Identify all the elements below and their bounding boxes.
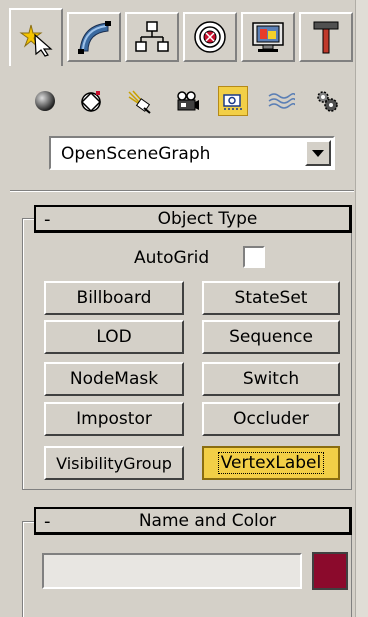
object-type-rollout-header[interactable]: - Object Type — [34, 205, 352, 233]
tab-modify[interactable] — [67, 12, 121, 62]
stateset-button[interactable]: StateSet — [202, 281, 340, 315]
lod-button[interactable]: LOD — [44, 320, 184, 354]
object-name-field[interactable] — [42, 553, 302, 589]
chevron-down-icon — [312, 149, 324, 157]
switch-button[interactable]: Switch — [202, 362, 340, 396]
dropdown-value: OpenSceneGraph — [61, 144, 211, 164]
object-color-swatch[interactable] — [312, 552, 348, 590]
space-warps-icon — [268, 92, 295, 109]
dropdown-arrow-button[interactable] — [305, 140, 331, 166]
create-cursor-icon — [19, 24, 53, 57]
collapse-icon: - — [44, 209, 51, 230]
modify-arc-icon — [78, 21, 111, 54]
tab-hierarchy[interactable] — [125, 12, 179, 62]
category-systems-button[interactable] — [312, 86, 342, 116]
visibilitygroup-button[interactable]: VisibilityGroup — [44, 446, 184, 480]
shapes-icon — [80, 91, 102, 113]
geometry-sphere-icon — [35, 91, 55, 111]
category-lights-button[interactable] — [124, 86, 154, 116]
systems-icon — [317, 91, 338, 112]
helpers-icon — [223, 94, 242, 110]
tab-create[interactable] — [9, 8, 63, 66]
command-panel-tabs — [9, 8, 357, 66]
billboard-button[interactable]: Billboard — [44, 281, 184, 315]
category-spacewarps-button[interactable] — [266, 86, 296, 116]
collapse-icon: - — [44, 511, 51, 532]
tab-display[interactable] — [241, 12, 295, 62]
impostor-button[interactable]: Impostor — [44, 402, 184, 436]
tab-motion[interactable] — [183, 12, 237, 62]
vertexlabel-button[interactable]: VertexLabel — [202, 446, 340, 480]
cameras-icon — [177, 91, 199, 111]
motion-target-icon — [194, 21, 226, 53]
helper-category-dropdown[interactable]: OpenSceneGraph — [49, 136, 335, 170]
category-geometry-button[interactable] — [30, 86, 60, 116]
rollout-title: Object Type — [157, 209, 258, 229]
tab-utilities[interactable] — [299, 12, 353, 62]
autogrid-checkbox[interactable] — [243, 246, 265, 268]
utilities-hammer-icon — [313, 21, 339, 54]
nodemask-button[interactable]: NodeMask — [44, 362, 184, 396]
category-toolbar — [30, 86, 360, 120]
separator — [10, 190, 354, 192]
occluder-button[interactable]: Occluder — [202, 402, 340, 436]
name-and-color-rollout-header[interactable]: - Name and Color — [34, 507, 352, 535]
rollout-title: Name and Color — [138, 511, 277, 531]
hierarchy-icon — [135, 21, 169, 52]
category-helpers-button[interactable] — [218, 86, 248, 116]
autogrid-label: AutoGrid — [134, 248, 210, 268]
category-shapes-button[interactable] — [76, 86, 106, 116]
category-cameras-button[interactable] — [172, 86, 202, 116]
lights-icon — [128, 90, 151, 114]
command-panel: OpenSceneGraph - Object Type AutoGrid Bi… — [0, 0, 368, 617]
display-monitor-icon — [252, 22, 284, 52]
panel-scrollbar[interactable] — [355, 0, 368, 617]
sequence-button[interactable]: Sequence — [202, 320, 340, 354]
